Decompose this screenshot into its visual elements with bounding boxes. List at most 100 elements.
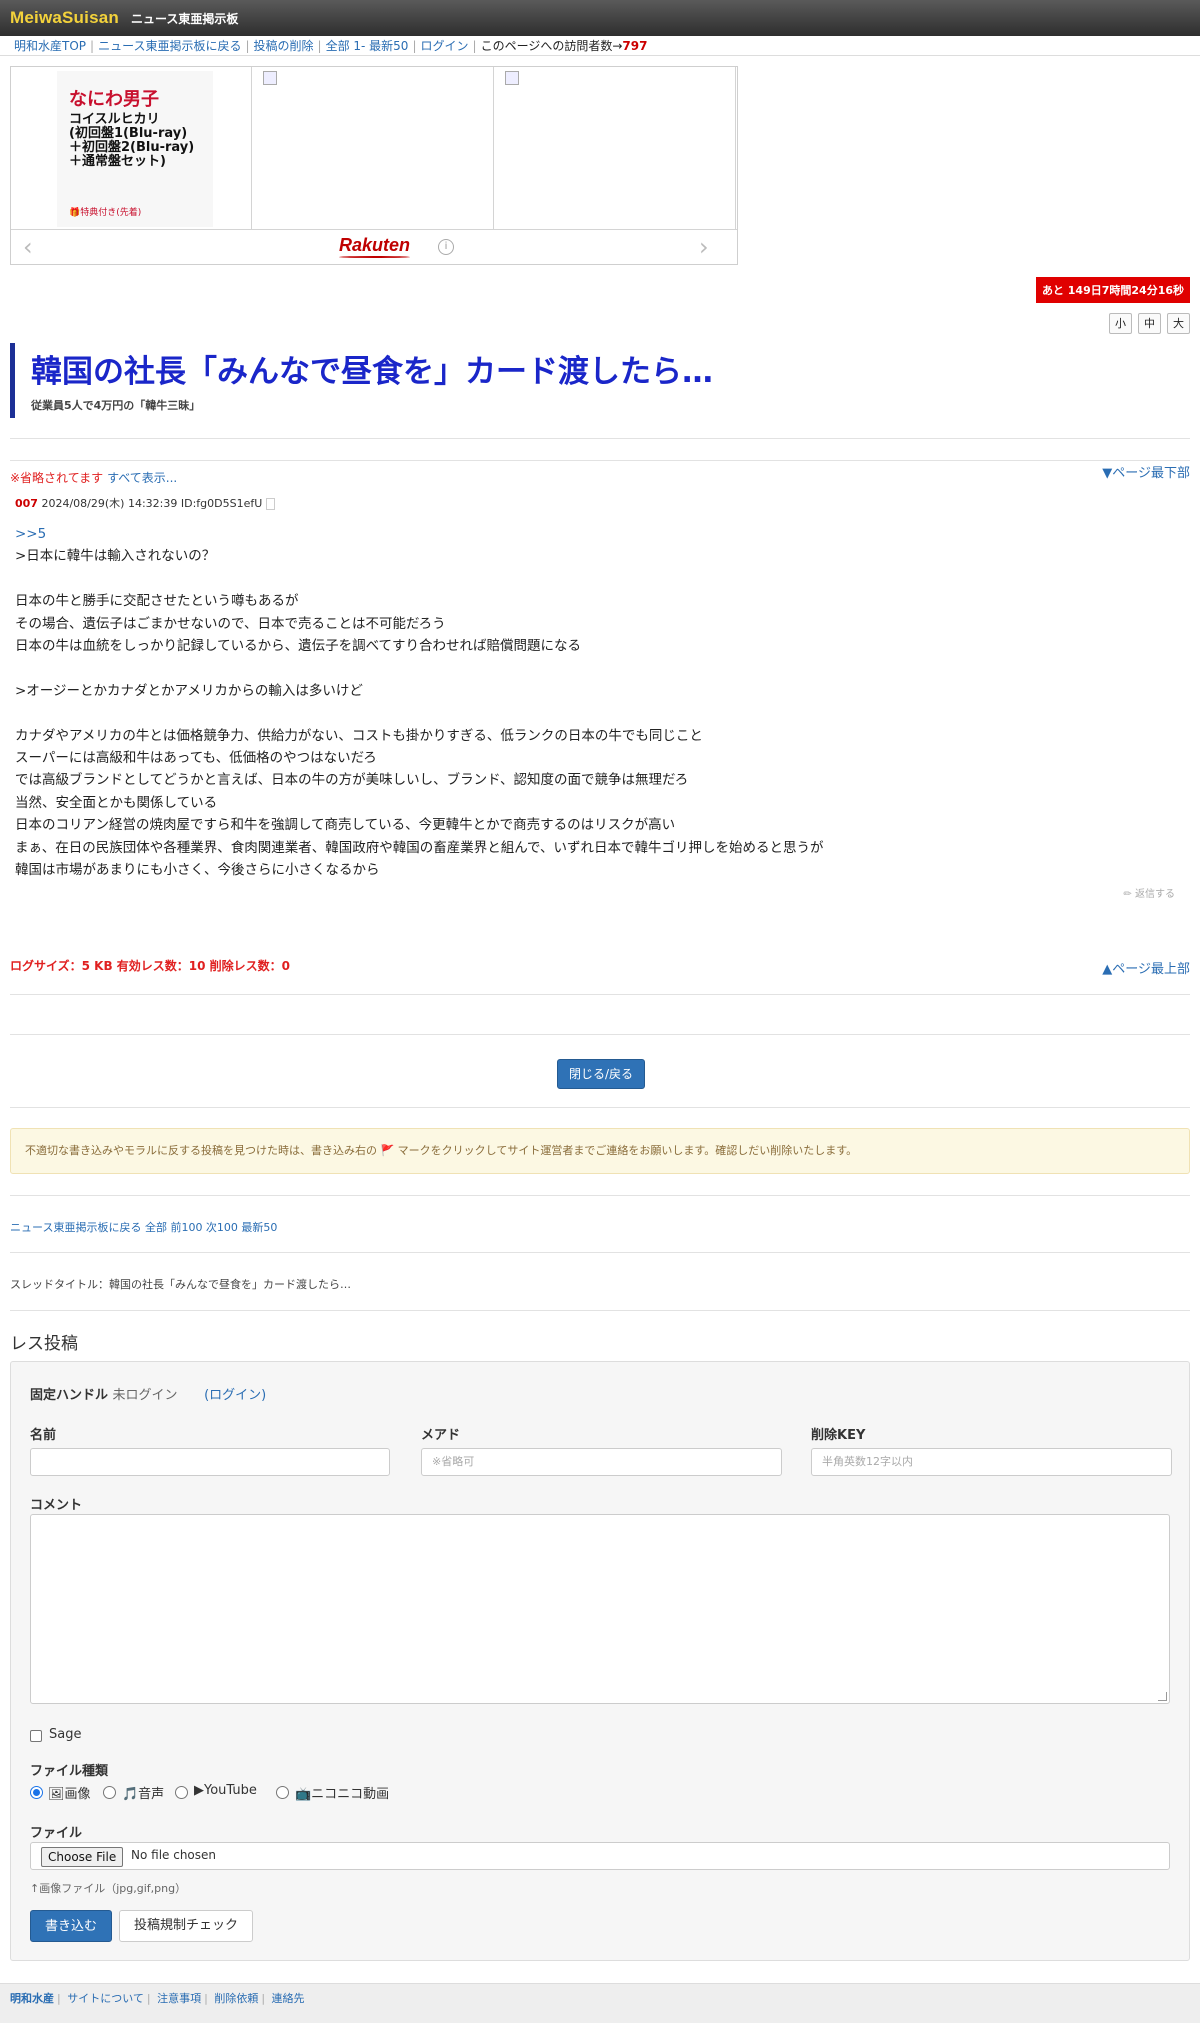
filetype-image-label: 🖼画像 <box>48 1787 91 1802</box>
filetype-youtube-radio[interactable] <box>175 1786 188 1799</box>
filetype-niconico-label: 📺ニコニコ動画 <box>295 1787 390 1802</box>
page-subtitle: 従業員5人で4万円の「韓牛三昧」 <box>31 399 201 412</box>
board-name[interactable]: ニュース東亜掲示板 <box>131 10 238 27</box>
ad-product-badge: 🎁特典付き(先着) <box>69 208 142 218</box>
post-body: >>5 >日本に韓牛は輸入されないの？ 日本の牛と勝手に交配させたという噂もある… <box>15 523 824 882</box>
nav-all-latest[interactable]: 全部 1- 最新50 <box>326 37 409 54</box>
handle-status: 未ログイン <box>112 1388 178 1403</box>
reply-form: 固定ハンドル 未ログイン (ログイン) 名前 メアド ※省略可 削除KEY 半角… <box>10 1361 1190 1961</box>
divider <box>10 1034 1190 1035</box>
reply-anchor-link[interactable]: >>5 <box>15 526 46 542</box>
top-nav: 明和水産TOP | ニュース東亜掲示板に戻る | 投稿の削除 | 全部 1- 最新50… <box>0 36 1200 56</box>
page-title: 韓国の社長「みんなで昼食を」カード渡したら… <box>31 354 713 390</box>
delete-key-input[interactable]: 半角英数12字以内 <box>811 1448 1172 1476</box>
rakuten-ad[interactable]: なにわ男子 コイスルヒカリ (初回盤1(Blu-ray) ＋初回盤2(Blu-r… <box>10 66 738 265</box>
filetype-audio-radio[interactable] <box>103 1786 116 1799</box>
footer-separator: | <box>57 1992 61 2005</box>
comment-textarea[interactable] <box>30 1514 1170 1704</box>
nav-login[interactable]: ログイン <box>421 37 469 54</box>
footer-separator: | <box>261 1992 266 2005</box>
footer-delete-request-link[interactable]: 削除依頼 <box>214 1992 258 2005</box>
thread-title-line: スレッドタイトル：韓国の社長「みんなで昼食を」カード渡したら… <box>10 1278 351 1291</box>
post-meta: 007 2024/08/29(木) 14:32:39 ID:fg0D5S1efU <box>15 495 275 511</box>
divider <box>10 1195 1190 1196</box>
file-type-label: ファイル種類 <box>30 1764 109 1779</box>
footer-separator: | <box>204 1992 208 2005</box>
flag-icon[interactable] <box>265 498 275 510</box>
reply-link[interactable]: ✏ 返信する <box>1123 885 1175 900</box>
visitor-label: このページへの訪問者数→ <box>480 39 623 53</box>
divider <box>10 460 1190 461</box>
log-size-info: ログサイズ：5 KB 有効レス数：10 削除レス数：0 <box>10 959 291 973</box>
filetype-niconico-radio[interactable] <box>276 1786 289 1799</box>
filetype-audio-label: 🎵音声 <box>122 1787 165 1802</box>
file-input[interactable]: Choose File No file chosen <box>30 1842 1170 1870</box>
ad-product-subtitle: コイスルヒカリ (初回盤1(Blu-ray) ＋初回盤2(Blu-ray) ＋通… <box>69 112 195 169</box>
rakuten-logo[interactable]: Rakuten <box>339 235 411 258</box>
font-size-controls: 小 中 大 <box>1109 313 1190 334</box>
filetype-youtube-label: ▶YouTube <box>194 1783 257 1798</box>
post-text: >日本に韓牛は輸入されないの？ 日本の牛と勝手に交配させたという噂もあるが その… <box>15 548 824 879</box>
handle-label: 固定ハンドル <box>30 1388 109 1403</box>
report-notice: 不適切な書き込みやモラルに反する投稿を見つけた時は、書き込み右の 🚩 マークをク… <box>10 1128 1190 1174</box>
footer: 明和水産 | サイトについて | 注意事項 | 削除依頼 | 連絡先 <box>0 1983 1200 2023</box>
chevron-right-icon[interactable]: › <box>699 233 709 261</box>
name-input[interactable] <box>30 1448 390 1476</box>
broken-image-icon <box>505 71 519 85</box>
nav-separator: | <box>412 38 417 53</box>
font-size-large-button[interactable]: 大 <box>1167 313 1190 334</box>
sage-label: Sage <box>49 1727 82 1742</box>
resize-handle-icon[interactable] <box>1158 1692 1167 1701</box>
ad-product-image[interactable]: なにわ男子 コイスルヒカリ (初回盤1(Blu-ray) ＋初回盤2(Blu-r… <box>57 71 213 227</box>
visitor-count: 797 <box>622 38 648 53</box>
divider <box>10 438 1190 439</box>
footer-separator: | <box>146 1992 151 2005</box>
jump-to-top-link[interactable]: ▲ページ最上部 <box>1102 958 1190 977</box>
omitted-notice: ※省略されてます すべて表示... <box>10 469 177 486</box>
file-label: ファイル <box>30 1826 83 1841</box>
nav-separator: | <box>317 38 322 53</box>
nav-separator: | <box>90 38 95 53</box>
footer-contact-link[interactable]: 連絡先 <box>272 1992 305 2005</box>
name-label: 名前 <box>30 1428 57 1443</box>
nav-separator: | <box>245 38 250 53</box>
info-icon[interactable]: i <box>438 239 454 255</box>
broken-image-icon <box>263 71 277 85</box>
ad-item-2[interactable] <box>253 67 494 229</box>
divider <box>10 1107 1190 1108</box>
bottom-nav-links[interactable]: ニュース東亜掲示板に戻る 全部 前100 次100 最新50 <box>10 1219 277 1235</box>
nav-separator: | <box>472 38 477 53</box>
email-input[interactable]: ※省略可 <box>421 1448 782 1476</box>
site-logo[interactable]: MeiwaSuisan <box>10 8 119 28</box>
font-size-small-button[interactable]: 小 <box>1109 313 1132 334</box>
comment-label: コメント <box>30 1498 83 1513</box>
close-back-button[interactable]: 閉じる/戻る <box>557 1059 645 1089</box>
submit-button[interactable]: 書き込む <box>30 1910 112 1942</box>
footer-meiwa-link[interactable]: 明和水産 <box>10 1992 54 2005</box>
sage-checkbox[interactable] <box>30 1730 42 1742</box>
file-hint: ↑画像ファイル（jpg,gif,png） <box>30 1882 187 1895</box>
post-restriction-check-button[interactable]: 投稿規制チェック <box>119 1910 253 1942</box>
form-login-link[interactable]: (ログイン) <box>204 1388 266 1403</box>
chevron-left-icon[interactable]: ‹ <box>23 233 33 261</box>
nav-delete-post[interactable]: 投稿の削除 <box>254 37 314 54</box>
filetype-image-radio[interactable] <box>30 1786 43 1799</box>
footer-notes-link[interactable]: 注意事項 <box>157 1992 201 2005</box>
omitted-text: ※省略されてます <box>10 471 104 485</box>
nav-back-to-board[interactable]: ニュース東亜掲示板に戻る <box>98 37 241 54</box>
post-date-id: 2024/08/29(木) 14:32:39 ID:fg0D5S1efU <box>41 497 263 510</box>
ad-item-1[interactable]: なにわ男子 コイスルヒカリ (初回盤1(Blu-ray) ＋初回盤2(Blu-r… <box>11 67 252 229</box>
no-file-text: No file chosen <box>131 1848 217 1862</box>
footer-about-link[interactable]: サイトについて <box>67 1992 144 2005</box>
post-number[interactable]: 007 <box>15 497 38 510</box>
thread-header: 韓国の社長「みんなで昼食を」カード渡したら… 従業員5人で4万円の「韓牛三昧」 <box>10 343 1151 418</box>
choose-file-button[interactable]: Choose File <box>41 1847 124 1867</box>
nav-meiwa-top[interactable]: 明和水産TOP <box>14 37 86 54</box>
delete-key-label: 削除KEY <box>811 1428 866 1443</box>
ad-footer: ‹ Rakuten i › <box>11 229 737 265</box>
ad-item-3[interactable] <box>495 67 736 229</box>
show-all-link[interactable]: すべて表示... <box>107 471 177 485</box>
ad-product-title: なにわ男子 <box>69 89 159 110</box>
jump-to-bottom-link[interactable]: ▼ページ最下部 <box>1102 462 1190 481</box>
font-size-medium-button[interactable]: 中 <box>1138 313 1161 334</box>
